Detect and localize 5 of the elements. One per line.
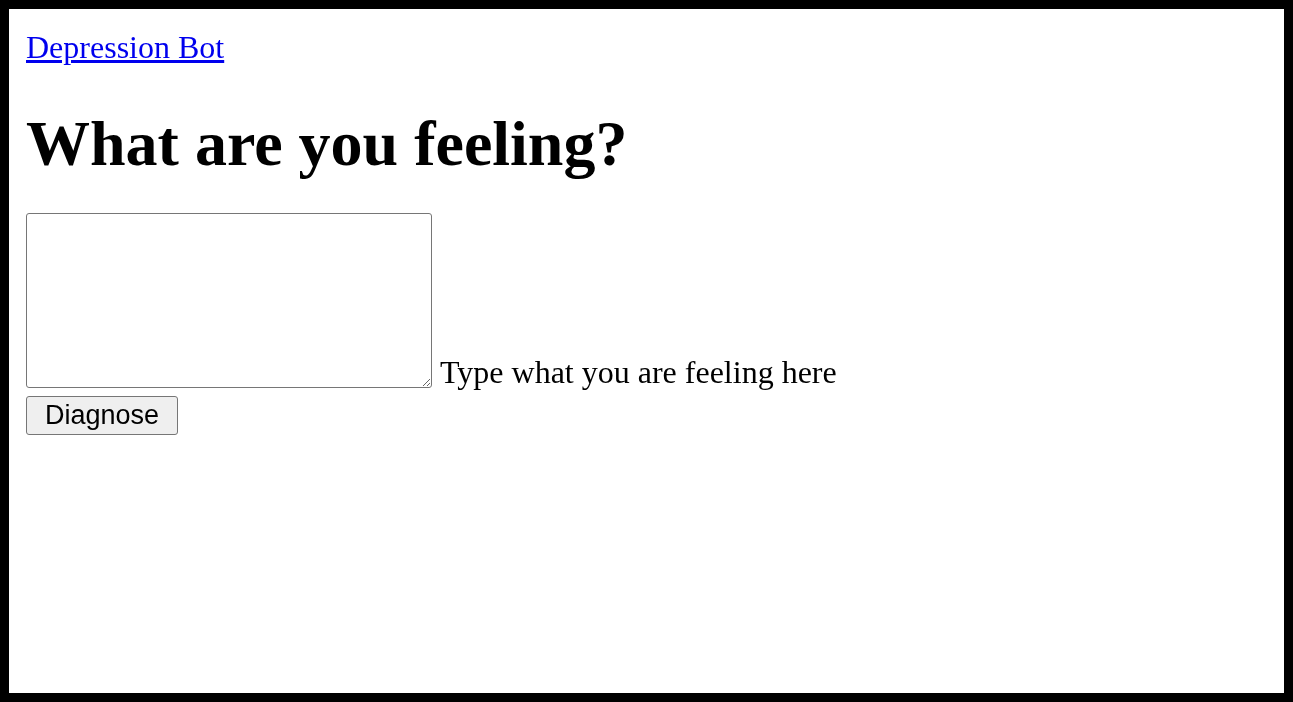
field-label: Type what you are feeling here xyxy=(440,356,837,389)
feeling-field[interactable] xyxy=(26,213,432,389)
app-link[interactable]: Depression Bot xyxy=(26,29,225,65)
diagnose-button[interactable]: Diagnose xyxy=(26,396,179,436)
page-heading: What are you feeling? xyxy=(26,109,629,180)
